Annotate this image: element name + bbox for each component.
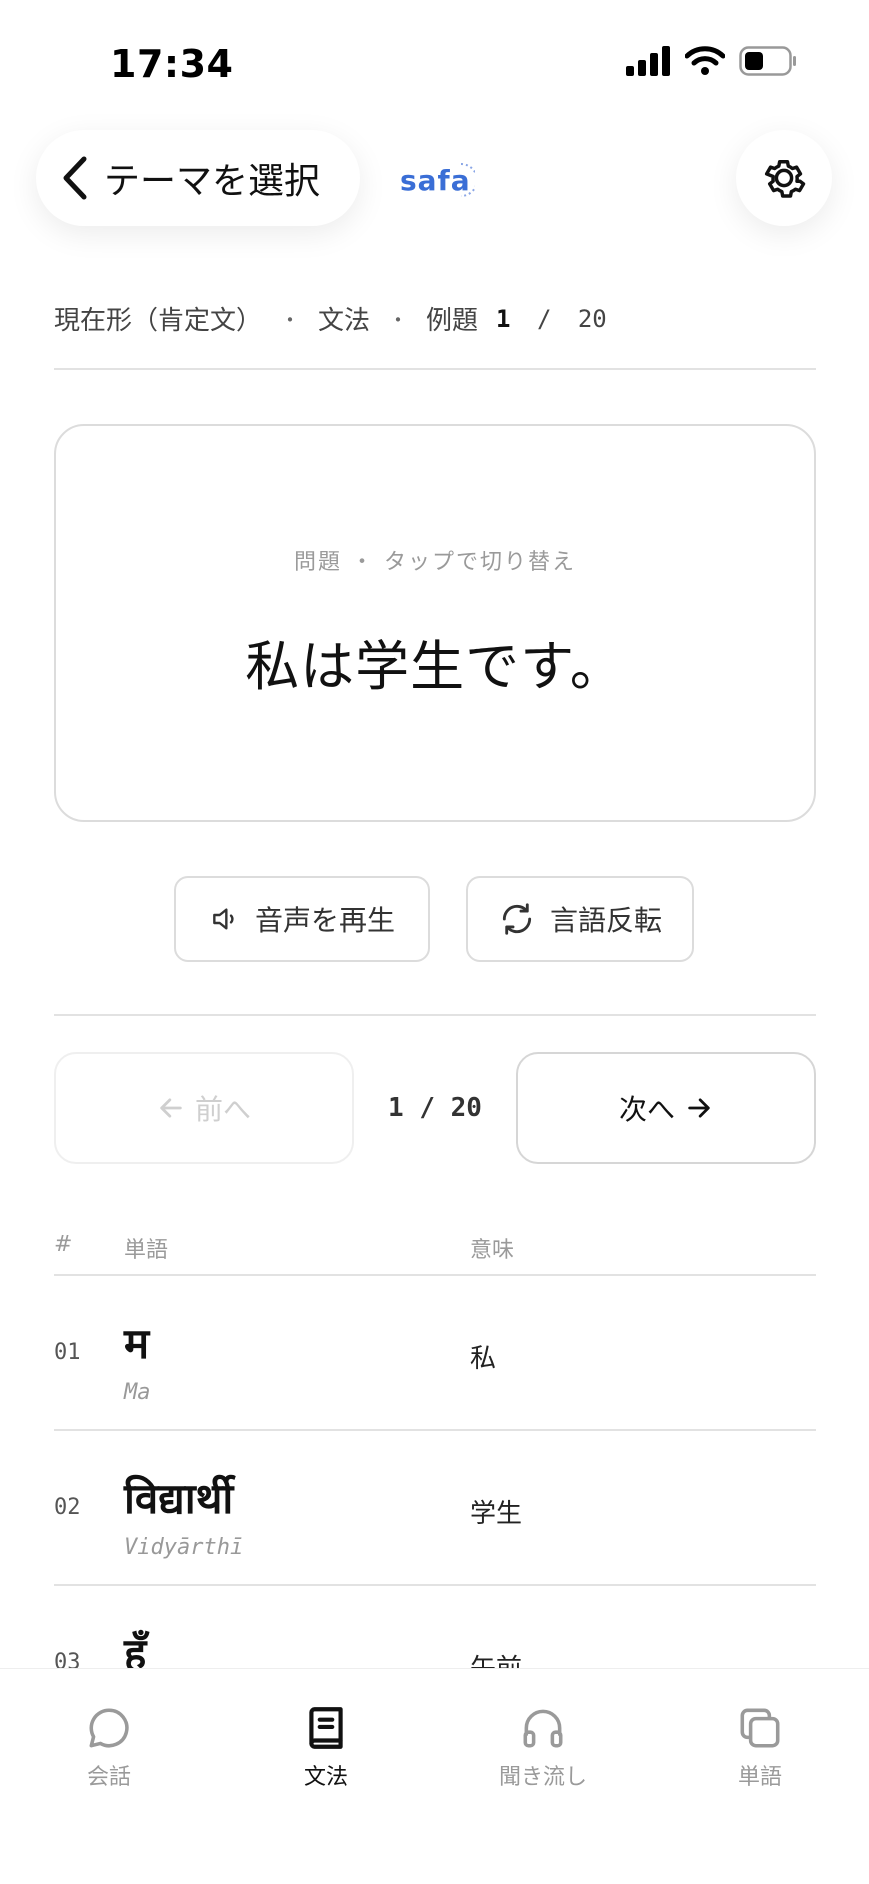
back-button-label: テーマを選択 (104, 161, 321, 202)
prev-button[interactable]: 前へ (54, 1052, 354, 1164)
row-number: 02 (54, 1495, 81, 1520)
column-header-word: 単語 (124, 1238, 169, 1263)
breadcrumb-topic: 現在形（肯定文） (54, 306, 263, 336)
arrow-right-icon (688, 1098, 710, 1118)
book-icon (309, 1707, 343, 1749)
next-button[interactable]: 次へ (516, 1052, 816, 1164)
breadcrumb-total: 20 (577, 304, 607, 333)
table-header: # 単語 意味 (54, 1232, 816, 1276)
breadcrumb-current: 1 (496, 304, 511, 333)
divider (54, 368, 816, 370)
breadcrumb-example-label: 例題 (426, 306, 479, 336)
tab-grammar[interactable]: 文法 (241, 1703, 411, 1791)
arrow-left-icon (160, 1098, 182, 1118)
wifi-icon (685, 46, 725, 75)
tab-label: 文法 (303, 1765, 348, 1790)
status-icons (625, 46, 797, 76)
card-hint: 問題 ・ タップで切り替え (294, 550, 576, 575)
chevron-left-icon (63, 156, 87, 200)
column-header-num: # (54, 1232, 73, 1257)
card-sentence: 私は学生です。 (245, 635, 625, 698)
divider (54, 1014, 816, 1016)
tab-conversation[interactable]: 会話 (24, 1703, 194, 1791)
breadcrumb-counter: 1 / 20 (496, 305, 607, 333)
row-word: विद्यार्थी (124, 1474, 234, 1523)
prev-button-label: 前へ (194, 1093, 251, 1126)
table-row[interactable]: 02 विद्यार्थी Vidyārthī 学生 (54, 1431, 816, 1586)
headphones-icon (523, 1709, 563, 1748)
flip-language-label: 言語反転 (549, 904, 662, 937)
back-button[interactable]: テーマを選択 (36, 130, 360, 226)
breadcrumb-section: 文法 (318, 306, 371, 336)
row-word: म (124, 1319, 150, 1368)
tab-bar: 会話 文法 聞き流し 単語 (0, 1668, 869, 1884)
gear-icon (764, 160, 806, 198)
header: テーマを選択 safa (0, 130, 869, 230)
table-row[interactable]: 01 म Ma 私 (54, 1276, 816, 1431)
battery-icon (739, 46, 796, 76)
status-bar: 17:34 (0, 0, 869, 120)
row-meaning: 私 (470, 1344, 497, 1374)
breadcrumb-separator: ・ (280, 308, 301, 332)
row-number: 01 (54, 1340, 81, 1365)
cards-icon (740, 1708, 780, 1748)
tab-vocabulary[interactable]: 単語 (675, 1703, 845, 1791)
tab-label: 会話 (86, 1765, 131, 1790)
status-time: 17:34 (110, 42, 234, 86)
breadcrumb: 現在形（肯定文） ・ 文法 ・ 例題 1 / 20 (54, 300, 607, 337)
refresh-icon (502, 903, 532, 935)
tab-listening[interactable]: 聞き流し (458, 1703, 628, 1791)
brand-ring-icon (460, 163, 475, 197)
settings-button[interactable] (736, 130, 832, 226)
row-meaning: 学生 (470, 1499, 523, 1529)
brand-logo: safa (400, 160, 475, 200)
cellular-signal-icon (626, 46, 670, 76)
row-romanization: Ma (124, 1380, 151, 1405)
chat-bubble-icon (89, 1708, 129, 1748)
flip-language-button[interactable]: 言語反転 (466, 876, 694, 962)
breadcrumb-separator: ・ (388, 308, 409, 332)
sentence-card[interactable]: 問題 ・ タップで切り替え 私は学生です。 (54, 424, 816, 822)
speaker-icon (213, 908, 234, 930)
tab-label: 聞き流し (498, 1765, 587, 1790)
page-counter: 1 / 20 (388, 1093, 482, 1123)
row-romanization: Vidyārthī (124, 1535, 244, 1560)
play-audio-button[interactable]: 音声を再生 (174, 876, 430, 962)
tab-label: 単語 (737, 1765, 782, 1790)
play-audio-label: 音声を再生 (254, 904, 395, 937)
column-header-meaning: 意味 (470, 1238, 515, 1263)
next-button-label: 次へ (618, 1093, 675, 1126)
breadcrumb-slash: / (536, 304, 552, 333)
